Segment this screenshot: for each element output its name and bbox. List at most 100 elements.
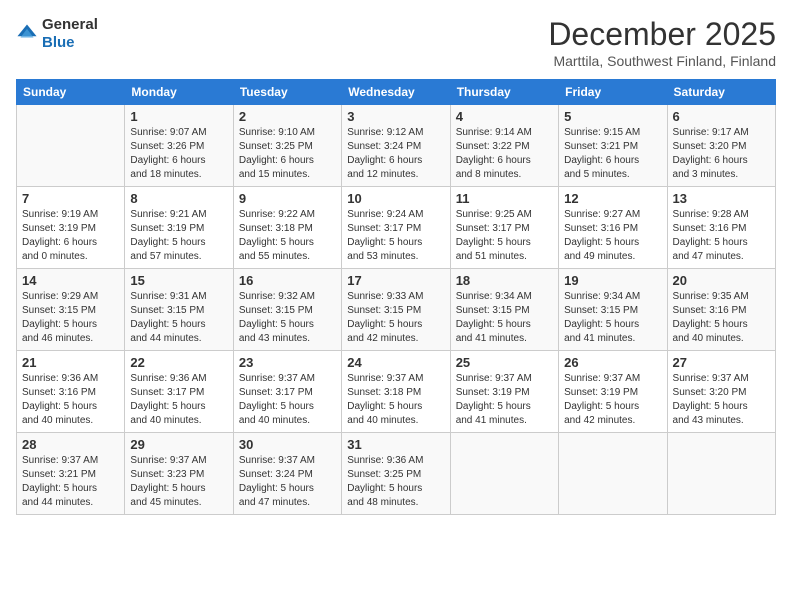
weekday-header-tuesday: Tuesday (233, 80, 341, 105)
day-number: 7 (22, 191, 119, 206)
calendar-week-4: 21Sunrise: 9:36 AMSunset: 3:16 PMDayligh… (17, 351, 776, 433)
day-number: 11 (456, 191, 553, 206)
calendar-cell: 13 Sunrise: 9:28 AMSunset: 3:16 PMDayligh… (667, 187, 775, 269)
day-info: Sunrise: 9:21 AMSunset: 3:19 PMDaylight:… (130, 208, 227, 264)
calendar-cell: 10Sunrise: 9:24 AMSunset: 3:17 PMDayligh… (342, 187, 450, 269)
day-info: Sunrise: 9:28 AMSunset: 3:16 PMDaylight:… (673, 208, 770, 264)
calendar-cell: 7 Sunrise: 9:19 AMSunset: 3:19 PMDaylight… (17, 187, 125, 269)
day-info: Sunrise: 9:37 AMSunset: 3:18 PMDaylight:… (347, 372, 444, 428)
calendar-cell: 5Sunrise: 9:15 AMSunset: 3:21 PMDaylight… (559, 105, 667, 187)
logo-text: General Blue (42, 16, 98, 52)
day-info: Sunrise: 9:32 AMSunset: 3:15 PMDaylight:… (239, 290, 336, 346)
calendar-cell: 21Sunrise: 9:36 AMSunset: 3:16 PMDayligh… (17, 351, 125, 433)
day-info: Sunrise: 9:35 AMSunset: 3:16 PMDaylight:… (673, 290, 770, 346)
calendar-cell: 17 Sunrise: 9:33 AMSunset: 3:15 PMDayligh… (342, 269, 450, 351)
day-info: Sunrise: 9:22 AMSunset: 3:18 PMDaylight:… (239, 208, 336, 264)
month-title: December 2025 (548, 16, 776, 53)
day-number: 27 (673, 355, 770, 370)
weekday-header-sunday: Sunday (17, 80, 125, 105)
day-info: Sunrise: 9:31 AMSunset: 3:15 PMDaylight:… (130, 290, 227, 346)
calendar-cell: 30 Sunrise: 9:37 AMSunset: 3:24 PMDayligh… (233, 433, 341, 515)
day-number: 8 (130, 191, 227, 206)
day-info: Sunrise: 9:36 AMSunset: 3:17 PMDaylight:… (130, 372, 227, 428)
calendar-cell: 2 Sunrise: 9:10 AMSunset: 3:25 PMDaylight… (233, 105, 341, 187)
day-info: Sunrise: 9:15 AMSunset: 3:21 PMDaylight:… (564, 126, 661, 182)
calendar-week-2: 7 Sunrise: 9:19 AMSunset: 3:19 PMDaylight… (17, 187, 776, 269)
calendar-cell: 19 Sunrise: 9:34 AMSunset: 3:15 PMDayligh… (559, 269, 667, 351)
day-number: 12 (564, 191, 661, 206)
day-info: Sunrise: 9:10 AMSunset: 3:25 PMDaylight:… (239, 126, 336, 182)
day-info: Sunrise: 9:37 AMSunset: 3:20 PMDaylight:… (673, 372, 770, 428)
day-number: 30 (239, 437, 336, 452)
calendar-cell (17, 105, 125, 187)
logo-icon (16, 23, 38, 45)
calendar-week-1: 1Sunrise: 9:07 AMSunset: 3:26 PMDaylight… (17, 105, 776, 187)
calendar-cell: 9 Sunrise: 9:22 AMSunset: 3:18 PMDaylight… (233, 187, 341, 269)
day-number: 4 (456, 109, 553, 124)
day-number: 15 (130, 273, 227, 288)
day-number: 24 (347, 355, 444, 370)
day-info: Sunrise: 9:12 AMSunset: 3:24 PMDaylight:… (347, 126, 444, 182)
day-number: 22 (130, 355, 227, 370)
calendar-cell: 26Sunrise: 9:37 AMSunset: 3:19 PMDayligh… (559, 351, 667, 433)
day-number: 31 (347, 437, 444, 452)
calendar-cell: 3 Sunrise: 9:12 AMSunset: 3:24 PMDaylight… (342, 105, 450, 187)
calendar-table: SundayMondayTuesdayWednesdayThursdayFrid… (16, 79, 776, 515)
day-number: 25 (456, 355, 553, 370)
calendar-cell: 6Sunrise: 9:17 AMSunset: 3:20 PMDaylight… (667, 105, 775, 187)
calendar-cell: 8 Sunrise: 9:21 AMSunset: 3:19 PMDaylight… (125, 187, 233, 269)
weekday-header-row: SundayMondayTuesdayWednesdayThursdayFrid… (17, 80, 776, 105)
weekday-header-monday: Monday (125, 80, 233, 105)
day-number: 26 (564, 355, 661, 370)
day-info: Sunrise: 9:36 AMSunset: 3:25 PMDaylight:… (347, 454, 444, 510)
calendar-cell: 1Sunrise: 9:07 AMSunset: 3:26 PMDaylight… (125, 105, 233, 187)
page-header: General Blue December 2025 Marttila, Sou… (16, 16, 776, 69)
day-number: 17 (347, 273, 444, 288)
calendar-cell: 29Sunrise: 9:37 AMSunset: 3:23 PMDayligh… (125, 433, 233, 515)
calendar-cell: 22 Sunrise: 9:36 AMSunset: 3:17 PMDayligh… (125, 351, 233, 433)
calendar-cell (450, 433, 558, 515)
calendar-cell (667, 433, 775, 515)
day-number: 9 (239, 191, 336, 206)
logo-blue: Blue (42, 34, 75, 51)
location-title: Marttila, Southwest Finland, Finland (548, 53, 776, 69)
day-number: 16 (239, 273, 336, 288)
calendar-cell: 18Sunrise: 9:34 AMSunset: 3:15 PMDayligh… (450, 269, 558, 351)
calendar-cell: 31 Sunrise: 9:36 AMSunset: 3:25 PMDayligh… (342, 433, 450, 515)
calendar-cell: 27 Sunrise: 9:37 AMSunset: 3:20 PMDayligh… (667, 351, 775, 433)
day-number: 14 (22, 273, 119, 288)
logo-general: General (42, 16, 98, 33)
day-info: Sunrise: 9:37 AMSunset: 3:23 PMDaylight:… (130, 454, 227, 510)
day-number: 2 (239, 109, 336, 124)
calendar-cell: 24 Sunrise: 9:37 AMSunset: 3:18 PMDayligh… (342, 351, 450, 433)
logo: General Blue (16, 16, 98, 52)
day-number: 18 (456, 273, 553, 288)
calendar-cell: 12Sunrise: 9:27 AMSunset: 3:16 PMDayligh… (559, 187, 667, 269)
day-number: 20 (673, 273, 770, 288)
day-info: Sunrise: 9:37 AMSunset: 3:21 PMDaylight:… (22, 454, 119, 510)
weekday-header-friday: Friday (559, 80, 667, 105)
calendar-cell: 20 Sunrise: 9:35 AMSunset: 3:16 PMDayligh… (667, 269, 775, 351)
title-section: December 2025 Marttila, Southwest Finlan… (548, 16, 776, 69)
calendar-cell: 15 Sunrise: 9:31 AMSunset: 3:15 PMDayligh… (125, 269, 233, 351)
day-number: 3 (347, 109, 444, 124)
calendar-cell: 16 Sunrise: 9:32 AMSunset: 3:15 PMDayligh… (233, 269, 341, 351)
day-info: Sunrise: 9:19 AMSunset: 3:19 PMDaylight:… (22, 208, 119, 264)
calendar-cell: 4 Sunrise: 9:14 AMSunset: 3:22 PMDaylight… (450, 105, 558, 187)
day-number: 23 (239, 355, 336, 370)
weekday-header-thursday: Thursday (450, 80, 558, 105)
calendar-week-3: 14 Sunrise: 9:29 AMSunset: 3:15 PMDayligh… (17, 269, 776, 351)
day-info: Sunrise: 9:34 AMSunset: 3:15 PMDaylight:… (564, 290, 661, 346)
day-number: 13 (673, 191, 770, 206)
calendar-cell: 14 Sunrise: 9:29 AMSunset: 3:15 PMDayligh… (17, 269, 125, 351)
day-info: Sunrise: 9:37 AMSunset: 3:24 PMDaylight:… (239, 454, 336, 510)
day-number: 1 (130, 109, 227, 124)
weekday-header-saturday: Saturday (667, 80, 775, 105)
calendar-cell: 28 Sunrise: 9:37 AMSunset: 3:21 PMDayligh… (17, 433, 125, 515)
day-number: 28 (22, 437, 119, 452)
day-info: Sunrise: 9:29 AMSunset: 3:15 PMDaylight:… (22, 290, 119, 346)
day-number: 19 (564, 273, 661, 288)
day-number: 6 (673, 109, 770, 124)
day-info: Sunrise: 9:14 AMSunset: 3:22 PMDaylight:… (456, 126, 553, 182)
day-info: Sunrise: 9:33 AMSunset: 3:15 PMDaylight:… (347, 290, 444, 346)
